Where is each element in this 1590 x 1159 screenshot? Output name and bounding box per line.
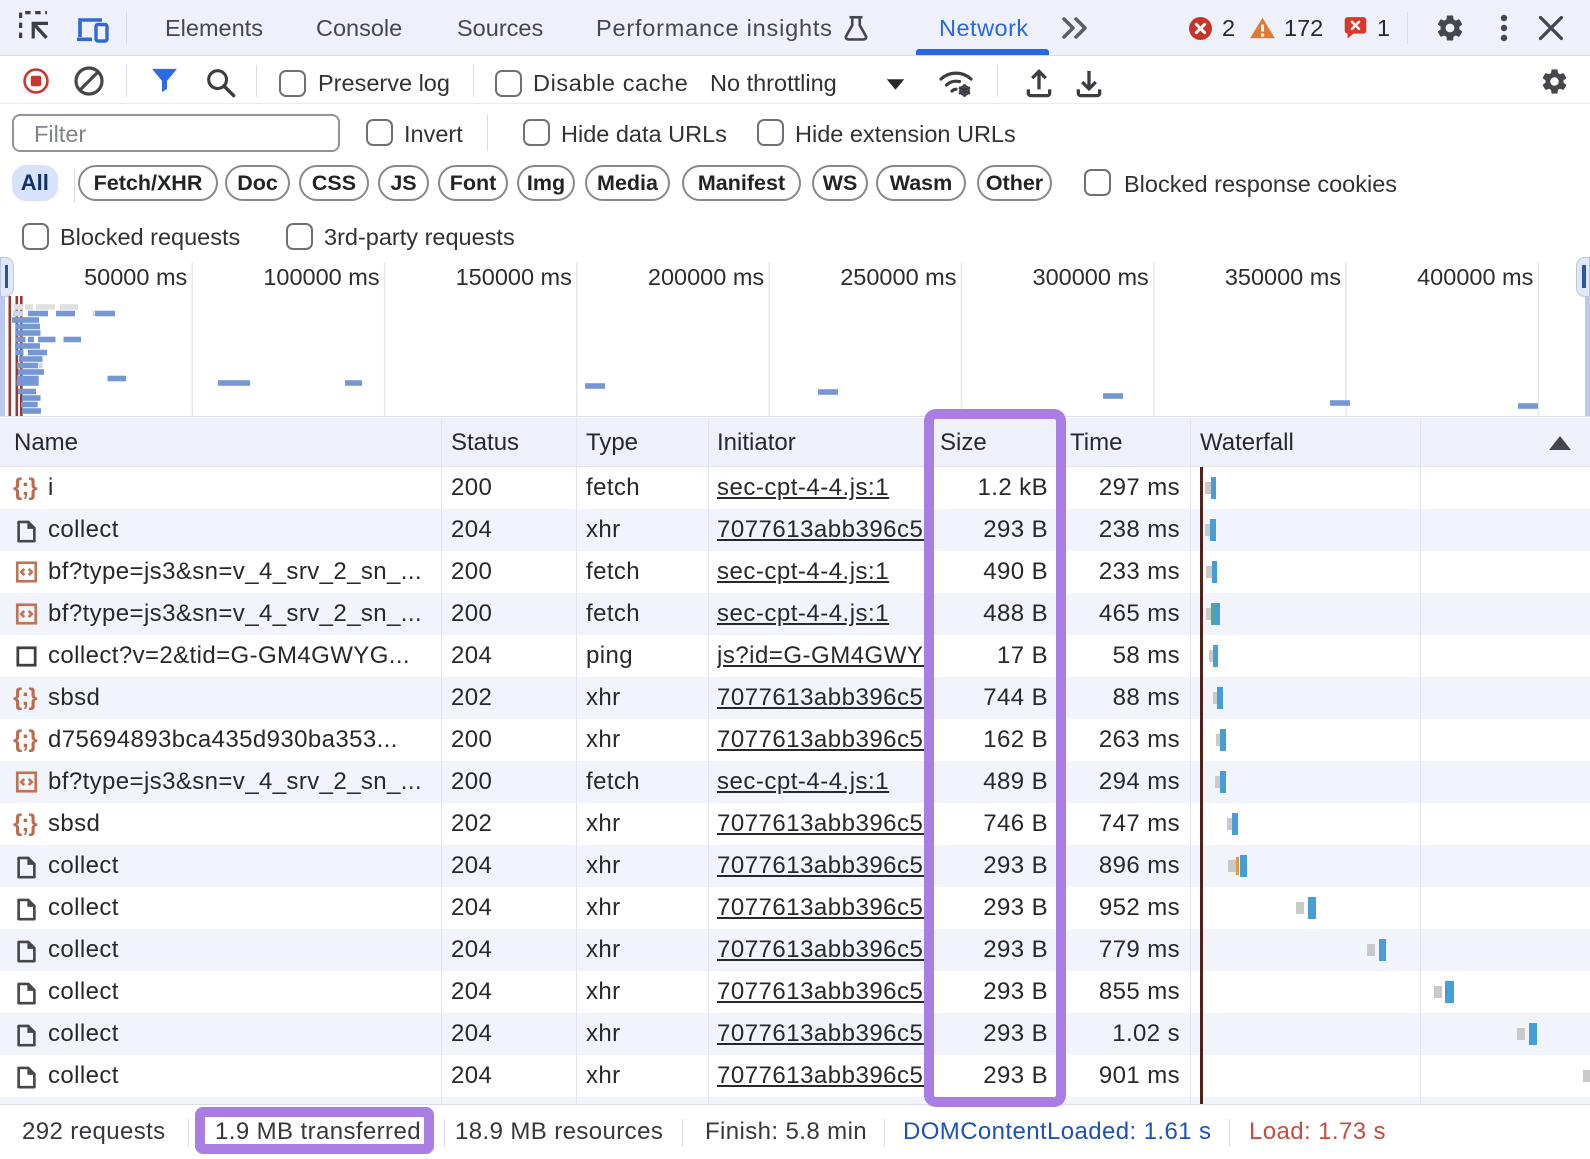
svg-text:250000 ms: 250000 ms [840,264,956,290]
svg-text:350000 ms: 350000 ms [1225,264,1341,290]
svg-text:400000 ms: 400000 ms [1417,264,1533,290]
svg-text:100000 ms: 100000 ms [263,264,379,290]
svg-text:50000 ms: 50000 ms [84,264,187,290]
svg-text:300000 ms: 300000 ms [1033,264,1149,290]
svg-text:200000 ms: 200000 ms [648,264,764,290]
svg-text:150000 ms: 150000 ms [456,264,572,290]
